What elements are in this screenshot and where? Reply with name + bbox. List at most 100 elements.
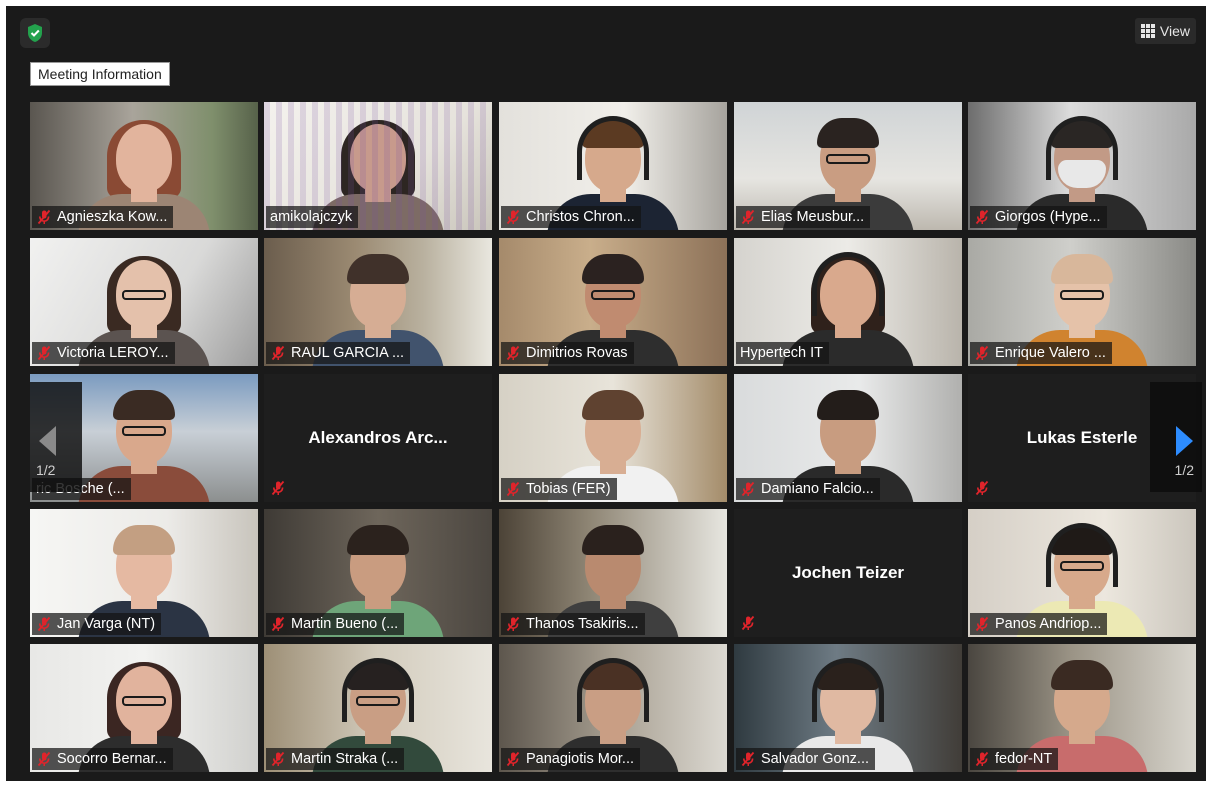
participant-name: fedor-NT bbox=[995, 751, 1053, 767]
participant-tile[interactable]: Elias Meusbur... bbox=[734, 102, 962, 230]
participant-tile[interactable]: Damiano Falcio... bbox=[734, 374, 962, 502]
muted-mic-icon bbox=[975, 751, 989, 767]
participant-name: Enrique Valero ... bbox=[995, 345, 1106, 361]
participant-name-label: Victoria LEROY... bbox=[32, 342, 175, 364]
gallery-grid-icon bbox=[1140, 24, 1155, 38]
participant-name-label: Christos Chron... bbox=[501, 206, 641, 228]
page-indicator-left: 1/2 bbox=[36, 462, 56, 478]
participant-name-label: fedor-NT bbox=[970, 748, 1059, 770]
muted-mic-icon bbox=[37, 345, 51, 361]
participant-tile[interactable]: Giorgos (Hype... bbox=[968, 102, 1196, 230]
participant-tile[interactable]: Dimitrios Rovas bbox=[499, 238, 727, 366]
participant-tile[interactable]: Tobias (FER) bbox=[499, 374, 727, 502]
next-arrow-icon bbox=[1176, 426, 1193, 456]
muted-mic-icon bbox=[741, 481, 755, 497]
muted-mic-icon bbox=[271, 751, 285, 767]
participant-name: Socorro Bernar... bbox=[57, 751, 167, 767]
muted-mic-icon bbox=[975, 480, 989, 496]
page-indicator-right: 1/2 bbox=[1174, 462, 1194, 478]
participant-name-label: Agnieszka Kow... bbox=[32, 206, 174, 228]
participant-name-label: Damiano Falcio... bbox=[736, 478, 880, 500]
meeting-window: View Meeting Information Agnieszka Kow..… bbox=[6, 6, 1206, 781]
participant-tile[interactable]: Victoria LEROY... bbox=[30, 238, 258, 366]
participant-name: Martin Straka (... bbox=[291, 751, 399, 767]
muted-mic-icon bbox=[975, 209, 989, 225]
participant-name-label: RAUL GARCIA ... bbox=[266, 342, 411, 364]
participant-name: RAUL GARCIA ... bbox=[291, 345, 405, 361]
participant-name: Salvador Gonz... bbox=[761, 751, 869, 767]
participant-name: Panos Andriop... bbox=[995, 616, 1102, 632]
participant-name: Giorgos (Hype... bbox=[995, 209, 1101, 225]
muted-mic-icon bbox=[37, 616, 51, 632]
participant-tile[interactable]: Alexandros Arc... bbox=[264, 374, 492, 502]
participant-tile[interactable]: Socorro Bernar... bbox=[30, 644, 258, 772]
participant-name: Jan Varga (NT) bbox=[57, 616, 156, 632]
mute-indicator bbox=[740, 615, 756, 631]
participant-tile[interactable]: Panos Andriop... bbox=[968, 509, 1196, 637]
participant-name-label: Elias Meusbur... bbox=[736, 206, 871, 228]
participant-tile[interactable]: Agnieszka Kow... bbox=[30, 102, 258, 230]
participant-name-label: Hypertech IT bbox=[736, 342, 829, 364]
muted-mic-icon bbox=[37, 209, 51, 225]
participant-name-label: Martin Straka (... bbox=[266, 748, 405, 770]
muted-mic-icon bbox=[271, 480, 285, 496]
participant-tile[interactable]: Martin Bueno (... bbox=[264, 509, 492, 637]
participant-name-label: Panagiotis Mor... bbox=[501, 748, 640, 770]
participant-name-label: Enrique Valero ... bbox=[970, 342, 1112, 364]
participant-tile[interactable]: Christos Chron... bbox=[499, 102, 727, 230]
participant-name: Thanos Tsakiris... bbox=[526, 616, 639, 632]
previous-arrow-icon bbox=[39, 426, 56, 456]
participant-name-label: Socorro Bernar... bbox=[32, 748, 173, 770]
participant-name-label: Salvador Gonz... bbox=[736, 748, 875, 770]
muted-mic-icon bbox=[741, 209, 755, 225]
muted-mic-icon bbox=[37, 751, 51, 767]
participant-name: Victoria LEROY... bbox=[57, 345, 169, 361]
participant-name-label: Tobias (FER) bbox=[501, 478, 617, 500]
participant-tile[interactable]: Hypertech IT bbox=[734, 238, 962, 366]
participant-name: Panagiotis Mor... bbox=[526, 751, 634, 767]
participant-name: Agnieszka Kow... bbox=[57, 209, 168, 225]
participant-name-label: Dimitrios Rovas bbox=[501, 342, 634, 364]
mute-indicator bbox=[974, 480, 990, 496]
muted-mic-icon bbox=[271, 345, 285, 361]
participant-name: Christos Chron... bbox=[526, 209, 635, 225]
participant-name: Hypertech IT bbox=[740, 345, 823, 361]
muted-mic-icon bbox=[506, 616, 520, 632]
participant-tile[interactable]: Salvador Gonz... bbox=[734, 644, 962, 772]
participant-tile[interactable]: Jan Varga (NT) bbox=[30, 509, 258, 637]
participant-tile[interactable]: Martin Straka (... bbox=[264, 644, 492, 772]
participant-tile[interactable]: Jochen Teizer bbox=[734, 509, 962, 637]
participant-name: Damiano Falcio... bbox=[761, 481, 874, 497]
participant-tile[interactable]: amikolajczyk bbox=[264, 102, 492, 230]
next-page-button[interactable]: 1/2 bbox=[1150, 382, 1202, 492]
participant-name-label: Panos Andriop... bbox=[970, 613, 1108, 635]
view-button-label: View bbox=[1159, 23, 1190, 39]
muted-mic-icon bbox=[271, 616, 285, 632]
muted-mic-icon bbox=[506, 345, 520, 361]
participant-tile[interactable]: Enrique Valero ... bbox=[968, 238, 1196, 366]
muted-mic-icon bbox=[741, 751, 755, 767]
participant-name: Alexandros Arc... bbox=[308, 428, 448, 447]
participant-tile[interactable]: fedor-NT bbox=[968, 644, 1196, 772]
participant-name-label: Martin Bueno (... bbox=[266, 613, 405, 635]
participant-name-label: Thanos Tsakiris... bbox=[501, 613, 645, 635]
view-button[interactable]: View bbox=[1134, 18, 1196, 44]
participant-name-label: amikolajczyk bbox=[266, 206, 359, 228]
muted-mic-icon bbox=[741, 615, 755, 631]
participant-tile[interactable]: Thanos Tsakiris... bbox=[499, 509, 727, 637]
previous-page-button[interactable]: 1/2 bbox=[30, 382, 82, 492]
participant-name: Jochen Teizer bbox=[791, 563, 905, 582]
participant-name: Elias Meusbur... bbox=[761, 209, 865, 225]
muted-mic-icon bbox=[975, 345, 989, 361]
participant-name-label: Jan Varga (NT) bbox=[32, 613, 162, 635]
participant-name: amikolajczyk bbox=[270, 209, 353, 225]
security-shield-icon[interactable] bbox=[20, 18, 50, 48]
participant-tile[interactable]: RAUL GARCIA ... bbox=[264, 238, 492, 366]
participant-name-label: Giorgos (Hype... bbox=[970, 206, 1107, 228]
participant-name: Dimitrios Rovas bbox=[526, 345, 628, 361]
muted-mic-icon bbox=[506, 481, 520, 497]
mute-indicator bbox=[270, 480, 286, 496]
muted-mic-icon bbox=[975, 616, 989, 632]
participant-name: Martin Bueno (... bbox=[291, 616, 399, 632]
participant-tile[interactable]: Panagiotis Mor... bbox=[499, 644, 727, 772]
